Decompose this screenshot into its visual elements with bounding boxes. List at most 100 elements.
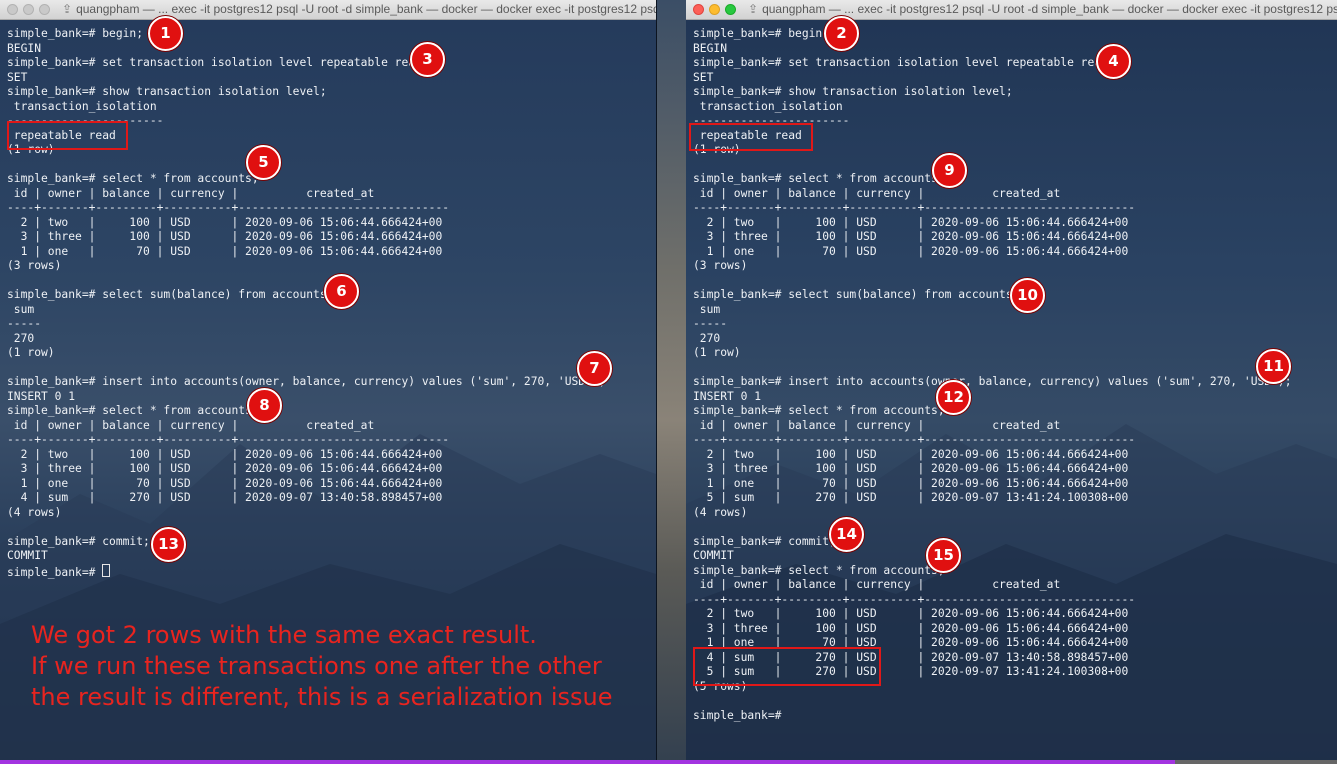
terminal-line: SET bbox=[693, 70, 714, 84]
terminal-line: simple_bank=# insert into accounts(owner… bbox=[693, 375, 1292, 388]
step-badge-1: 1 bbox=[148, 16, 183, 51]
terminal-line: ----- bbox=[7, 317, 42, 330]
terminal-line: 270 bbox=[7, 331, 35, 345]
minimize-icon[interactable] bbox=[709, 4, 720, 15]
close-icon[interactable] bbox=[7, 4, 18, 15]
step-badge-12: 12 bbox=[936, 380, 971, 415]
minimize-icon[interactable] bbox=[23, 4, 34, 15]
terminal-line: 4 | sum | 270 | USD | 2020-09-07 13:40:5… bbox=[7, 491, 443, 504]
terminal-line: 270 bbox=[693, 331, 721, 345]
terminal-line: 2 | two | 100 | USD | 2020-09-06 15:06:4… bbox=[7, 447, 443, 461]
zoom-icon[interactable] bbox=[39, 4, 50, 15]
terminal-line: simple_bank=# show transaction isolation… bbox=[7, 85, 327, 98]
terminal-line: id | owner | balance | currency | create… bbox=[7, 418, 375, 432]
terminal-line: simple_bank=# bbox=[693, 708, 782, 722]
share-icon: ⇪ bbox=[748, 2, 759, 16]
terminal-line: sum bbox=[7, 302, 35, 316]
step-badge-10: 10 bbox=[1010, 278, 1045, 313]
step-badge-9: 9 bbox=[932, 153, 967, 188]
terminal-line: (3 rows) bbox=[693, 259, 748, 272]
step-badge-8: 8 bbox=[247, 388, 282, 423]
serialization-annotation: We got 2 rows with the same exact result… bbox=[31, 620, 613, 713]
terminal-line: simple_bank=# insert into accounts(owner… bbox=[7, 375, 606, 388]
step-badge-6: 6 bbox=[324, 274, 359, 309]
terminal-line: COMMIT bbox=[7, 549, 48, 562]
terminal-line: sum bbox=[693, 302, 721, 316]
progress-bar-remainder bbox=[1175, 760, 1337, 764]
terminal-line: (3 rows) bbox=[7, 259, 62, 272]
window-controls bbox=[693, 4, 741, 18]
terminal-cursor bbox=[102, 563, 111, 577]
terminal-line: simple_bank=# select * from accounts; bbox=[693, 172, 945, 185]
terminal-line: id | owner | balance | currency | create… bbox=[693, 186, 1061, 200]
window-controls bbox=[7, 4, 55, 18]
terminal-line: ----- bbox=[693, 317, 728, 330]
terminal-line: 3 | three | 100 | USD | 2020-09-06 15:06… bbox=[693, 462, 1129, 475]
terminal-line: 1 | one | 70 | USD | 2020-09-06 15:06:44… bbox=[7, 244, 443, 258]
step-badge-7: 7 bbox=[577, 351, 612, 386]
desktop-background-strip bbox=[657, 0, 686, 764]
close-icon[interactable] bbox=[693, 4, 704, 15]
terminal-line: BEGIN bbox=[7, 41, 42, 55]
terminal-line: simple_bank=# select * from accounts; bbox=[693, 563, 945, 577]
terminal-line: simple_bank=# select * from accounts; bbox=[693, 404, 945, 417]
left-title-bar[interactable]: ⇪ quangpham — ... exec -it postgres12 psq… bbox=[0, 0, 656, 20]
terminal-line: simple_bank=# show transaction isolation… bbox=[693, 85, 1013, 98]
terminal-line: SET bbox=[7, 70, 28, 84]
terminal-line: transaction_isolation bbox=[693, 99, 843, 113]
duplicate-rows-highlight bbox=[693, 647, 881, 686]
terminal-line: simple_bank=# select sum(balance) from a… bbox=[693, 288, 1020, 301]
step-badge-15: 15 bbox=[926, 538, 961, 573]
terminal-line: (4 rows) bbox=[693, 505, 748, 519]
terminal-line: (1 row) bbox=[7, 346, 55, 359]
terminal-line: 5 | sum | 270 | USD | 2020-09-07 13:41:2… bbox=[693, 491, 1129, 504]
terminal-line: simple_bank=# set transaction isolation … bbox=[7, 56, 429, 69]
terminal-line: 3 | three | 100 | USD | 2020-09-06 15:06… bbox=[7, 462, 443, 475]
terminal-line: 1 | one | 70 | USD | 2020-09-06 15:06:44… bbox=[693, 244, 1129, 258]
progress-bar bbox=[0, 760, 1175, 764]
step-badge-4: 4 bbox=[1096, 44, 1131, 79]
left-terminal-output[interactable]: simple_bank=# begin; BEGIN simple_bank=# s… bbox=[7, 27, 606, 579]
terminal-line: simple_bank=# begin; bbox=[7, 27, 144, 40]
terminal-line: (4 rows) bbox=[7, 505, 62, 519]
terminal-line: simple_bank=# select * from accounts; bbox=[7, 404, 259, 417]
terminal-line: 2 | two | 100 | USD | 2020-09-06 15:06:4… bbox=[7, 215, 443, 229]
terminal-line: ----+-------+---------+----------+------… bbox=[693, 201, 1136, 214]
terminal-line: 3 | three | 100 | USD | 2020-09-06 15:06… bbox=[693, 621, 1129, 635]
terminal-line: (1 row) bbox=[693, 346, 741, 359]
terminal-line: 2 | two | 100 | USD | 2020-09-06 15:06:4… bbox=[693, 215, 1129, 229]
terminal-line: simple_bank=# commit; bbox=[693, 534, 836, 548]
step-badge-2: 2 bbox=[824, 16, 859, 51]
step-badge-3: 3 bbox=[410, 42, 445, 77]
terminal-line: id | owner | balance | currency | create… bbox=[693, 578, 1061, 591]
terminal-line: 1 | one | 70 | USD | 2020-09-06 15:06:44… bbox=[7, 476, 443, 490]
terminal-line: id | owner | balance | currency | create… bbox=[693, 418, 1061, 432]
right-title-bar[interactable]: ⇪ quangpham — ... exec -it postgres12 psq… bbox=[686, 0, 1337, 20]
share-icon: ⇪ bbox=[62, 2, 73, 16]
step-badge-14: 14 bbox=[829, 517, 864, 552]
terminal-line: COMMIT bbox=[693, 549, 734, 562]
step-badge-13: 13 bbox=[151, 527, 186, 562]
terminal-line: id | owner | balance | currency | create… bbox=[7, 186, 375, 200]
annotation-line-3: the result is different, this is a seria… bbox=[31, 683, 613, 711]
terminal-line: 3 | three | 100 | USD | 2020-09-06 15:06… bbox=[7, 230, 443, 243]
terminal-line: 3 | three | 100 | USD | 2020-09-06 15:06… bbox=[693, 230, 1129, 243]
left-window-title: quangpham — ... exec -it postgres12 psql… bbox=[76, 2, 656, 16]
terminal-line: simple_bank=# commit; bbox=[7, 534, 150, 548]
zoom-icon[interactable] bbox=[725, 4, 736, 15]
terminal-line: 2 | two | 100 | USD | 2020-09-06 15:06:4… bbox=[693, 607, 1129, 620]
terminal-line: 2 | two | 100 | USD | 2020-09-06 15:06:4… bbox=[693, 447, 1129, 461]
terminal-line: simple_bank=# bbox=[7, 563, 606, 579]
right-isolation-highlight bbox=[689, 123, 813, 151]
terminal-line: transaction_isolation bbox=[7, 99, 157, 113]
step-badge-5: 5 bbox=[246, 145, 281, 180]
